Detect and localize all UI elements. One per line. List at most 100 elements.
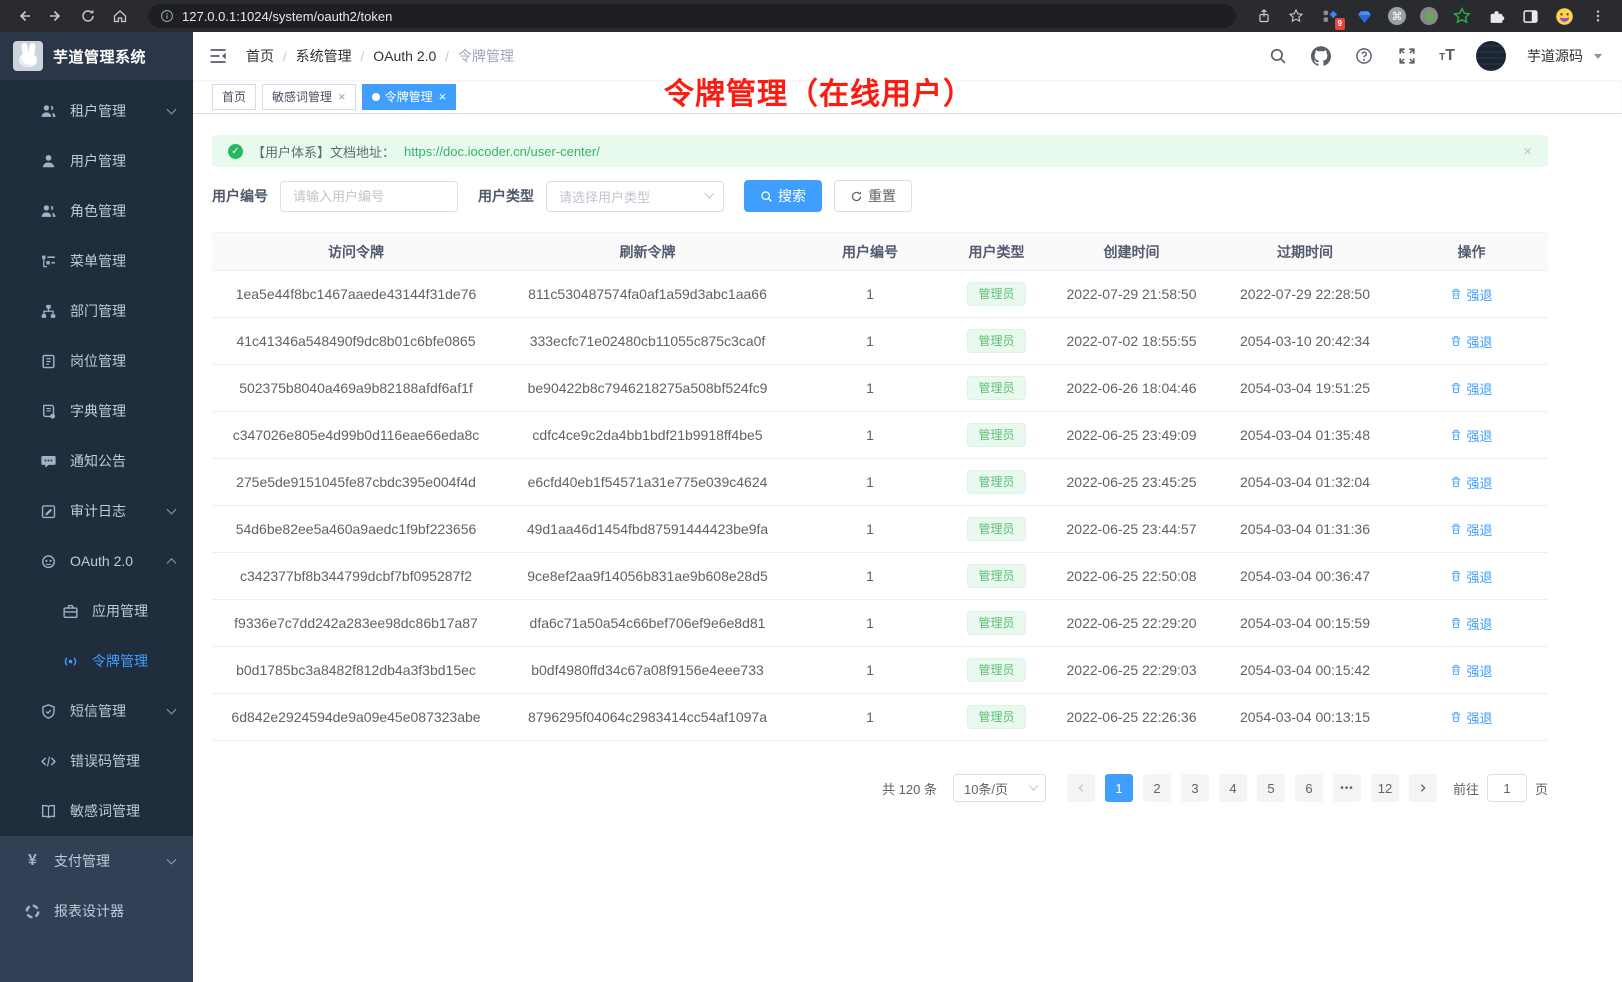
sidebar-item-tenant[interactable]: 租户管理 (0, 86, 193, 136)
sidebar-item-notice[interactable]: 通知公告 (0, 436, 193, 486)
forward-icon[interactable] (42, 4, 70, 28)
close-icon[interactable]: × (338, 89, 346, 104)
table-row: 502375b8040a469a9b82188afdf6af1f be90422… (212, 365, 1548, 412)
extension-badge: 9 (1335, 18, 1345, 30)
cell-created-at: 2022-06-25 22:29:03 (1048, 647, 1215, 694)
page-button[interactable]: 12 (1371, 774, 1399, 802)
page-button[interactable]: ••• (1333, 774, 1361, 802)
sidebar-item-role[interactable]: 角色管理 (0, 186, 193, 236)
sidebar-item-audit[interactable]: 审计日志 (0, 486, 193, 536)
sidebar-item-oauth-app[interactable]: 应用管理 (0, 586, 193, 636)
page-button[interactable]: 2 (1143, 774, 1171, 802)
force-logout-button[interactable]: 强退 (1450, 520, 1492, 539)
reload-icon[interactable] (74, 4, 102, 28)
sidebar-item-label: 应用管理 (92, 601, 148, 621)
app-logo-bar[interactable]: 芋道管理系统 (0, 32, 193, 80)
force-logout-button[interactable]: 强退 (1450, 473, 1492, 492)
sidebar-item-oauth-token[interactable]: 令牌管理 (0, 636, 193, 686)
font-size-icon[interactable]: TT (1439, 47, 1455, 65)
page-button[interactable]: 5 (1257, 774, 1285, 802)
puzzle-extensions-icon[interactable] (1486, 6, 1506, 26)
extension-grid-icon[interactable]: 9 (1320, 6, 1340, 26)
page-size-select[interactable]: 10条/页 (953, 774, 1046, 802)
sidebar-item-menu[interactable]: 菜单管理 (0, 236, 193, 286)
home-icon[interactable] (106, 4, 134, 28)
cell-created-at: 2022-06-25 23:49:09 (1048, 412, 1215, 459)
cell-user-id: 1 (795, 600, 945, 647)
user-type-select[interactable]: 请选择用户类型 (546, 181, 724, 212)
close-icon[interactable]: × (1523, 143, 1532, 160)
sidebar-item-user[interactable]: 用户管理 (0, 136, 193, 186)
sidebar: 芋道管理系统 租户管理 用户管理 角色管理 菜单管理 部门管理 (0, 32, 193, 982)
fullscreen-icon[interactable] (1396, 45, 1418, 67)
tab-token-management[interactable]: 令牌管理 × (362, 84, 457, 110)
force-logout-button[interactable]: 强退 (1450, 285, 1492, 304)
cell-user-id: 1 (795, 506, 945, 553)
site-info-icon[interactable] (160, 9, 174, 23)
sidebar-item-sms[interactable]: 短信管理 (0, 686, 193, 736)
sidebar-item-label: 敏感词管理 (70, 801, 140, 821)
user-type-badge: 管理员 (967, 658, 1025, 682)
page-button[interactable]: 1 (1105, 774, 1133, 802)
chevron-down-icon[interactable] (1594, 54, 1602, 59)
sidebar-item-label: 短信管理 (70, 701, 126, 721)
sidebar-fold-icon[interactable] (208, 45, 230, 67)
force-logout-button[interactable]: 强退 (1450, 567, 1492, 586)
force-logout-button[interactable]: 强退 (1450, 708, 1492, 727)
cell-access-token: 275e5de9151045fe87cbdc395e004f4d (212, 459, 500, 506)
cell-user-type: 管理员 (945, 600, 1048, 647)
prev-page-button[interactable] (1067, 774, 1095, 802)
back-icon[interactable] (10, 4, 38, 28)
sidebar-item-dept[interactable]: 部门管理 (0, 286, 193, 336)
command-extension-icon[interactable]: ⌘ (1388, 7, 1406, 25)
force-logout-button[interactable]: 强退 (1450, 379, 1492, 398)
sidebar-item-sensitive[interactable]: 敏感词管理 (0, 786, 193, 836)
breadcrumb-system[interactable]: 系统管理 (296, 46, 352, 66)
tab-sensitive-words[interactable]: 敏感词管理 × (262, 84, 356, 110)
split-view-icon[interactable] (1520, 6, 1540, 26)
user-id-input[interactable] (280, 181, 458, 212)
notice-icon (40, 453, 57, 470)
gem-extension-icon[interactable] (1354, 6, 1374, 26)
sidebar-item-errcode[interactable]: 错误码管理 (0, 736, 193, 786)
sidebar-item-report[interactable]: 报表设计器 (0, 886, 193, 936)
app-window: 令牌管理（在线用户） 芋道管理系统 租户管理 用户管理 角色管理 菜单管理 (0, 32, 1622, 982)
sidebar-item-post[interactable]: 岗位管理 (0, 336, 193, 386)
page-button[interactable]: 3 (1181, 774, 1209, 802)
sidebar-item-label: OAuth 2.0 (70, 553, 133, 569)
page-button[interactable]: 6 (1295, 774, 1323, 802)
sidebar-item-dict[interactable]: 字典管理 (0, 386, 193, 436)
force-logout-button[interactable]: 强退 (1450, 332, 1492, 351)
kebab-menu-icon[interactable] (1584, 4, 1612, 28)
force-logout-button[interactable]: 强退 (1450, 614, 1492, 633)
next-page-button[interactable] (1409, 774, 1437, 802)
github-icon[interactable] (1310, 45, 1332, 67)
breadcrumb-oauth[interactable]: OAuth 2.0 (373, 48, 436, 64)
search-button[interactable]: 搜索 (744, 180, 822, 212)
search-icon[interactable] (1267, 45, 1289, 67)
cell-expires-at: 2054-03-04 00:15:42 (1215, 647, 1395, 694)
profile-emoji-icon[interactable] (1554, 6, 1574, 26)
goto-input[interactable] (1487, 774, 1527, 802)
user-name[interactable]: 芋道源码 (1527, 46, 1583, 66)
url-bar[interactable]: 127.0.0.1:1024/system/oauth2/token (148, 4, 1236, 28)
cell-actions: 强退 (1395, 553, 1548, 600)
force-logout-button[interactable]: 强退 (1450, 426, 1492, 445)
green-star-extension-icon[interactable] (1452, 6, 1472, 26)
help-icon[interactable] (1353, 45, 1375, 67)
sidebar-item-oauth[interactable]: OAuth 2.0 (0, 536, 193, 586)
share-icon[interactable] (1250, 4, 1278, 28)
sidebar-item-pay[interactable]: ¥ 支付管理 (0, 836, 193, 886)
record-extension-icon[interactable] (1420, 7, 1438, 25)
table-header-row: 访问令牌 刷新令牌 用户编号 用户类型 创建时间 过期时间 操作 (212, 233, 1548, 271)
sidebar-item-label: 岗位管理 (70, 351, 126, 371)
bookmark-star-icon[interactable] (1282, 4, 1310, 28)
breadcrumb-home[interactable]: 首页 (246, 46, 274, 66)
avatar[interactable] (1476, 41, 1506, 71)
reset-button[interactable]: 重置 (834, 180, 912, 212)
force-logout-button[interactable]: 强退 (1450, 661, 1492, 680)
alert-link[interactable]: https://doc.iocoder.cn/user-center/ (404, 144, 600, 159)
tab-home[interactable]: 首页 (212, 84, 256, 110)
close-icon[interactable]: × (439, 89, 447, 104)
page-button[interactable]: 4 (1219, 774, 1247, 802)
